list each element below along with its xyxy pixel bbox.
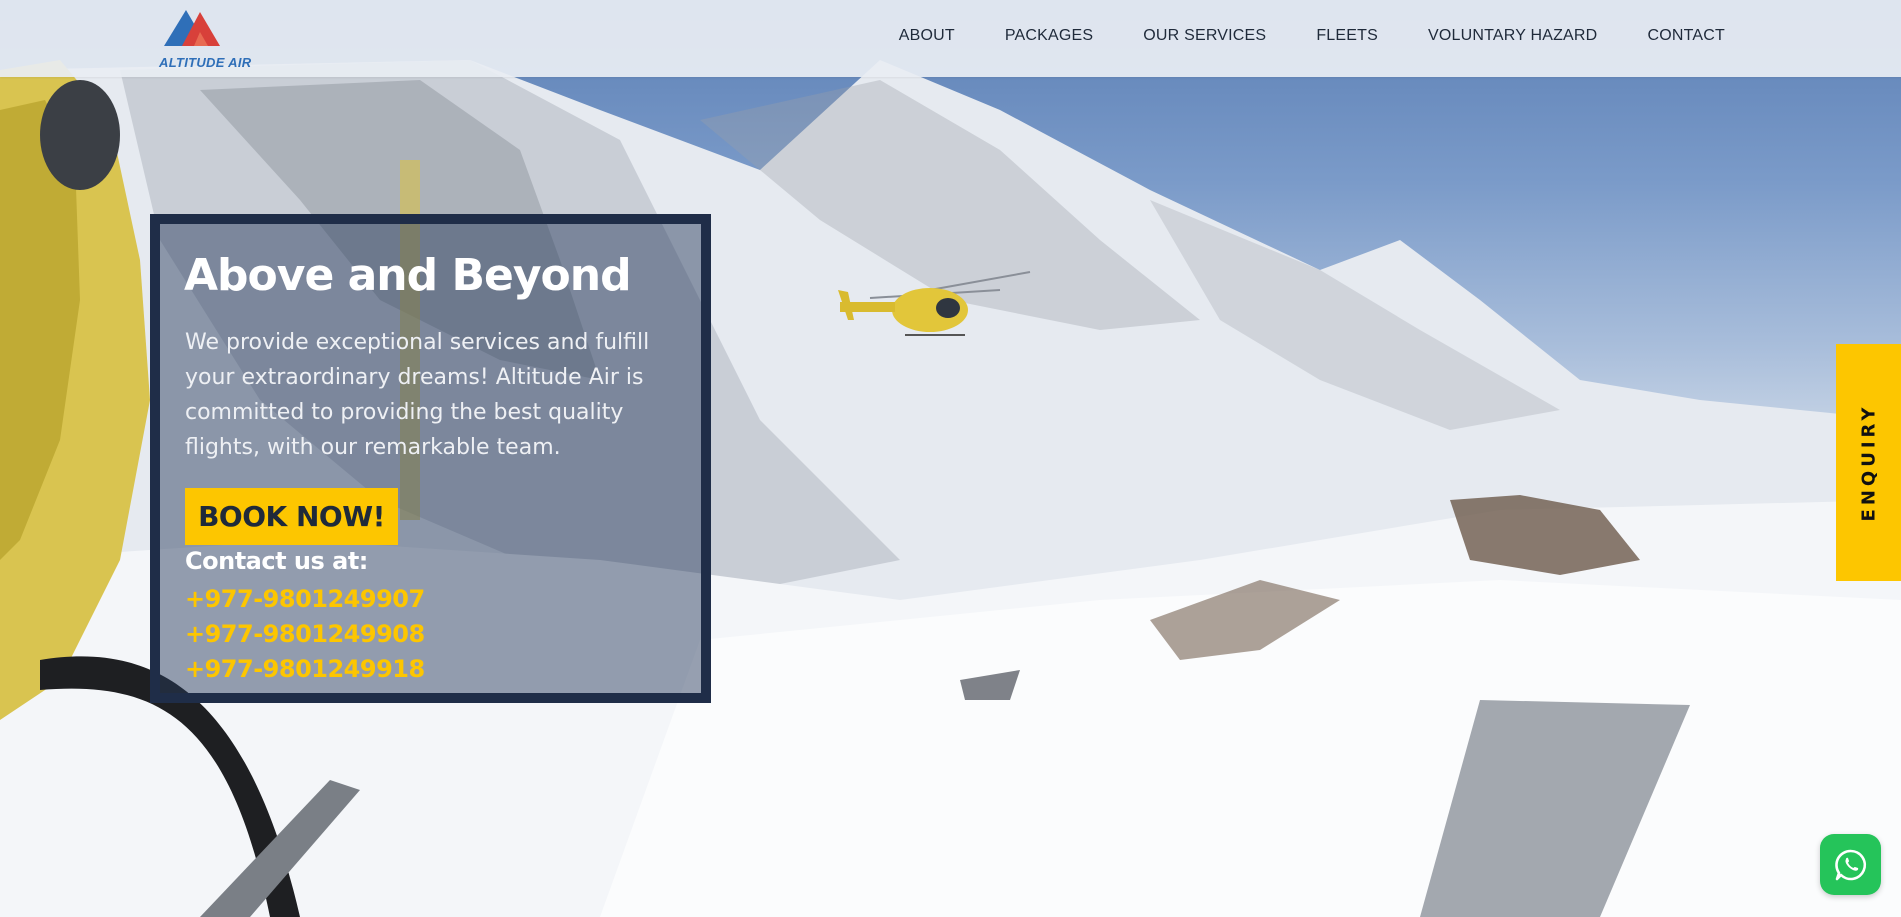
enquiry-tab[interactable]: ENQUIRY: [1836, 344, 1901, 581]
nav-voluntary-hazard[interactable]: VOLUNTARY HAZARD: [1428, 27, 1597, 45]
nav-packages[interactable]: PACKAGES: [1005, 27, 1093, 45]
hero-title: Above and Beyond: [184, 250, 632, 301]
logo[interactable]: ALTITUDE AIR: [158, 6, 268, 70]
nav-fleets[interactable]: FLEETS: [1316, 27, 1378, 45]
contact-label: Contact us at:: [185, 547, 368, 575]
nav-our-services[interactable]: OUR SERVICES: [1143, 27, 1266, 45]
whatsapp-button[interactable]: [1820, 834, 1881, 895]
phone-link-3[interactable]: +977-9801249918: [185, 652, 425, 687]
phone-link-2[interactable]: +977-9801249908: [185, 617, 425, 652]
enquiry-label: ENQUIRY: [1858, 403, 1880, 522]
logo-text: ALTITUDE AIR: [159, 55, 252, 70]
phone-link-1[interactable]: +977-9801249907: [185, 582, 425, 617]
book-now-button[interactable]: BOOK NOW!: [185, 488, 398, 545]
hero-description: We provide exceptional services and fulf…: [185, 330, 650, 460]
phone-list: +977-9801249907 +977-9801249908 +977-980…: [185, 582, 425, 687]
whatsapp-icon: [1834, 849, 1866, 880]
hero-card: Above and Beyond We provide exceptional …: [150, 214, 711, 703]
logo-mountain-icon: [164, 10, 220, 46]
nav-about[interactable]: ABOUT: [899, 27, 955, 45]
site-header: ALTITUDE AIR ABOUT PACKAGES OUR SERVICES…: [0, 0, 1901, 77]
nav-contact[interactable]: CONTACT: [1647, 27, 1725, 45]
main-nav: ABOUT PACKAGES OUR SERVICES FLEETS VOLUN…: [899, 27, 1725, 45]
